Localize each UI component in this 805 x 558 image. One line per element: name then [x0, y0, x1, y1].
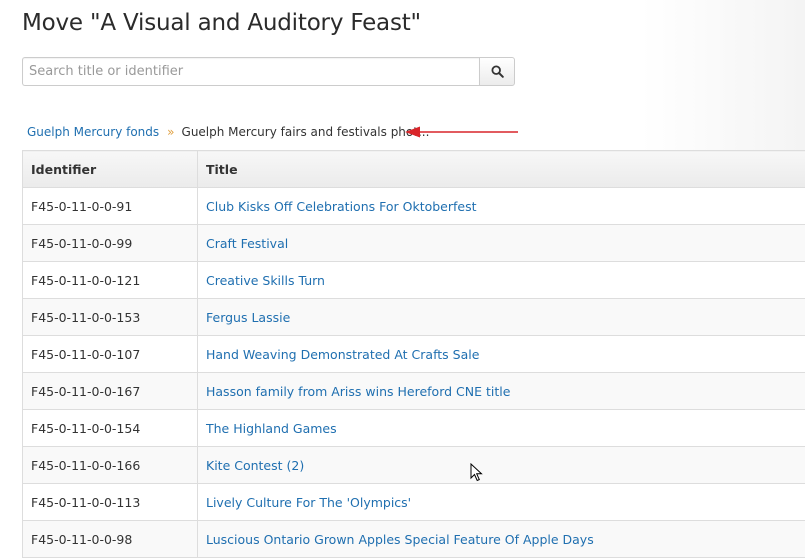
search-input[interactable] [22, 57, 479, 86]
column-header-title[interactable]: Title [197, 150, 805, 188]
table-header-row: Identifier Title [22, 150, 805, 188]
red-arrow-annotation [405, 126, 518, 138]
title-cell: Lively Culture For The 'Olympics' [197, 483, 805, 521]
title-link[interactable]: Hasson family from Ariss wins Hereford C… [206, 384, 510, 399]
table-row: F45-0-11-0-0-153 Fergus Lassie [22, 298, 805, 336]
column-header-identifier[interactable]: Identifier [22, 150, 198, 188]
identifier-cell: F45-0-11-0-0-166 [22, 446, 198, 484]
results-table: Identifier Title F45-0-11-0-0-91 Club Kis… [22, 150, 805, 558]
identifier-cell: F45-0-11-0-0-121 [22, 261, 198, 299]
mouse-cursor-icon [470, 463, 483, 482]
breadcrumb: Guelph Mercury fonds » Guelph Mercury fa… [27, 124, 429, 140]
title-cell: Hasson family from Ariss wins Hereford C… [197, 372, 805, 410]
title-cell: Creative Skills Turn [197, 261, 805, 299]
search-form [22, 57, 515, 86]
table-row: F45-0-11-0-0-166 Kite Contest (2) [22, 446, 805, 484]
title-link[interactable]: Club Kisks Off Celebrations For Oktoberf… [206, 199, 477, 214]
title-link[interactable]: Creative Skills Turn [206, 273, 325, 288]
search-button[interactable] [479, 57, 515, 86]
title-cell: Club Kisks Off Celebrations For Oktoberf… [197, 187, 805, 225]
title-cell: The Highland Games [197, 409, 805, 447]
title-link[interactable]: The Highland Games [206, 421, 337, 436]
identifier-cell: F45-0-11-0-0-107 [22, 335, 198, 373]
title-cell: Hand Weaving Demonstrated At Crafts Sale [197, 335, 805, 373]
table-row: F45-0-11-0-0-91 Club Kisks Off Celebratio… [22, 187, 805, 225]
table-row: F45-0-11-0-0-99 Craft Festival [22, 224, 805, 262]
title-cell: Fergus Lassie [197, 298, 805, 336]
title-link[interactable]: Luscious Ontario Grown Apples Special Fe… [206, 532, 594, 547]
table-row: F45-0-11-0-0-107 Hand Weaving Demonstrate… [22, 335, 805, 373]
identifier-cell: F45-0-11-0-0-154 [22, 409, 198, 447]
breadcrumb-link-fonds[interactable]: Guelph Mercury fonds [27, 125, 159, 139]
title-link[interactable]: Lively Culture For The 'Olympics' [206, 495, 411, 510]
identifier-cell: F45-0-11-0-0-99 [22, 224, 198, 262]
breadcrumb-separator: » [167, 125, 175, 139]
title-link[interactable]: Hand Weaving Demonstrated At Crafts Sale [206, 347, 479, 362]
title-link[interactable]: Fergus Lassie [206, 310, 290, 325]
move-page: Move "A Visual and Auditory Feast" Guelp… [0, 0, 805, 558]
search-icon [490, 65, 504, 78]
identifier-cell: F45-0-11-0-0-91 [22, 187, 198, 225]
title-cell: Kite Contest (2) [197, 446, 805, 484]
table-row: F45-0-11-0-0-98 Luscious Ontario Grown Ap… [22, 520, 805, 558]
table-row: F45-0-11-0-0-121 Creative Skills Turn [22, 261, 805, 299]
title-cell: Luscious Ontario Grown Apples Special Fe… [197, 520, 805, 558]
table-row: F45-0-11-0-0-154 The Highland Games [22, 409, 805, 447]
title-link[interactable]: Kite Contest (2) [206, 458, 304, 473]
breadcrumb-current: Guelph Mercury fairs and festivals phot.… [181, 125, 430, 139]
identifier-cell: F45-0-11-0-0-113 [22, 483, 198, 521]
identifier-cell: F45-0-11-0-0-153 [22, 298, 198, 336]
table-row: F45-0-11-0-0-113 Lively Culture For The '… [22, 483, 805, 521]
title-cell: Craft Festival [197, 224, 805, 262]
page-title: Move "A Visual and Auditory Feast" [22, 10, 421, 36]
identifier-cell: F45-0-11-0-0-98 [22, 520, 198, 558]
identifier-cell: F45-0-11-0-0-167 [22, 372, 198, 410]
table-row: F45-0-11-0-0-167 Hasson family from Ariss… [22, 372, 805, 410]
table-body: F45-0-11-0-0-91 Club Kisks Off Celebratio… [22, 187, 805, 558]
title-link[interactable]: Craft Festival [206, 236, 288, 251]
